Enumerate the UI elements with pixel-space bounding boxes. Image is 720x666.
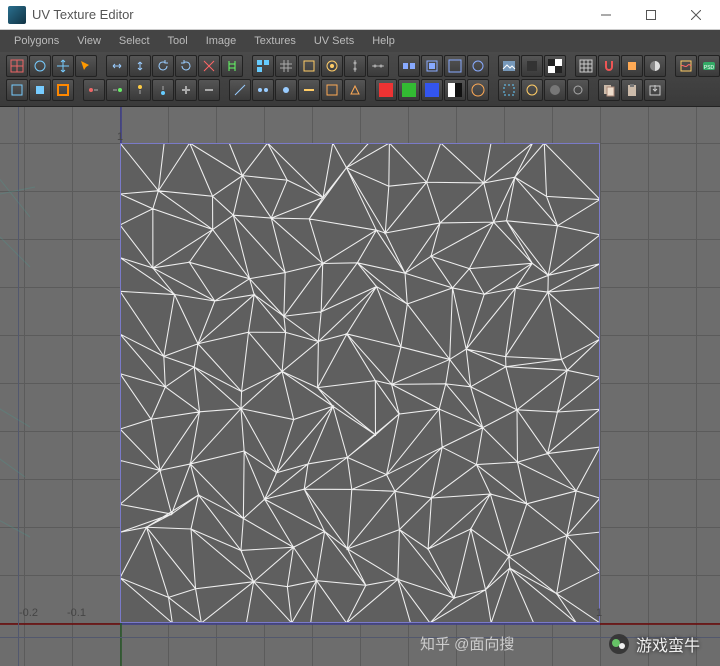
flip-u-icon[interactable] bbox=[106, 55, 128, 77]
merge-1-icon[interactable] bbox=[252, 79, 274, 101]
layout-icon[interactable] bbox=[252, 55, 274, 77]
tick-u-neg02: -0.2 bbox=[19, 607, 38, 619]
checker-icon[interactable] bbox=[544, 55, 566, 77]
border-select-icon[interactable] bbox=[52, 79, 74, 101]
menu-view[interactable]: View bbox=[69, 33, 109, 49]
menu-help[interactable]: Help bbox=[364, 33, 403, 49]
title-bar: UV Texture Editor bbox=[0, 0, 720, 30]
uv-lattice-icon[interactable] bbox=[6, 55, 28, 77]
split-icon[interactable] bbox=[229, 79, 251, 101]
convert3-icon[interactable] bbox=[129, 79, 151, 101]
grid-icon[interactable] bbox=[275, 55, 297, 77]
align-u-icon[interactable] bbox=[344, 55, 366, 77]
uv-viewport[interactable]: 1 -0.2 -0.1 1 知乎 @面向搜 游戏蛮牛 bbox=[0, 107, 720, 666]
face-select-icon[interactable] bbox=[29, 79, 51, 101]
shrink-sel-icon[interactable] bbox=[198, 79, 220, 101]
shade-edges-icon[interactable] bbox=[467, 79, 489, 101]
merge-2-icon[interactable] bbox=[275, 79, 297, 101]
iso2-icon[interactable] bbox=[567, 79, 589, 101]
toolbar-row-1: PSD 0.000 0.000 bbox=[6, 55, 714, 77]
menu-tool[interactable]: Tool bbox=[160, 33, 196, 49]
copy-icon[interactable] bbox=[598, 79, 620, 101]
col-g-icon[interactable] bbox=[398, 79, 420, 101]
tex-border-icon[interactable] bbox=[498, 79, 520, 101]
psd-icon[interactable]: PSD bbox=[698, 55, 720, 77]
px-snap-icon[interactable] bbox=[621, 55, 643, 77]
image-icon[interactable] bbox=[498, 55, 520, 77]
snap-together-icon[interactable] bbox=[398, 55, 420, 77]
u-axis-line bbox=[0, 623, 720, 625]
shade-icon[interactable] bbox=[644, 55, 666, 77]
menu-polygons[interactable]: Polygons bbox=[6, 33, 67, 49]
flip-v-icon[interactable] bbox=[129, 55, 151, 77]
watermark-2: 游戏蛮牛 bbox=[608, 632, 700, 656]
tick-u-1: 1 bbox=[596, 607, 602, 619]
tick-u-neg01: -0.1 bbox=[67, 607, 86, 619]
shell-select-icon[interactable] bbox=[6, 79, 28, 101]
menu-textures[interactable]: Textures bbox=[246, 33, 304, 49]
uv-select-icon[interactable] bbox=[75, 55, 97, 77]
unitize-icon[interactable] bbox=[444, 55, 466, 77]
align-v-icon[interactable] bbox=[367, 55, 389, 77]
watermark-1: 知乎 @面向搜 bbox=[420, 633, 514, 654]
cycle-icon[interactable] bbox=[467, 55, 489, 77]
svg-text:PSD: PSD bbox=[704, 65, 715, 71]
menu-uvsets[interactable]: UV Sets bbox=[306, 33, 362, 49]
toolbar-row-2 bbox=[6, 79, 714, 101]
app-icon bbox=[8, 6, 26, 24]
uv-move-icon[interactable] bbox=[52, 55, 74, 77]
col-bw-icon[interactable] bbox=[444, 79, 466, 101]
rotate-cw-icon[interactable] bbox=[175, 55, 197, 77]
unfold-icon[interactable] bbox=[298, 55, 320, 77]
distortion-icon[interactable] bbox=[675, 55, 697, 77]
cursor-line-v bbox=[18, 107, 19, 666]
maximize-button[interactable] bbox=[628, 0, 673, 29]
uv-smudge-icon[interactable] bbox=[29, 55, 51, 77]
convert4-icon[interactable] bbox=[152, 79, 174, 101]
sew-uv-icon[interactable] bbox=[221, 55, 243, 77]
dim-icon[interactable] bbox=[521, 55, 543, 77]
minimize-button[interactable] bbox=[583, 0, 628, 29]
menu-bar: Polygons View Select Tool Image Textures… bbox=[0, 30, 720, 52]
rotate-ccw-icon[interactable] bbox=[152, 55, 174, 77]
iso1-icon[interactable] bbox=[544, 79, 566, 101]
convert1-icon[interactable] bbox=[83, 79, 105, 101]
col-r-icon[interactable] bbox=[375, 79, 397, 101]
paste-icon[interactable] bbox=[621, 79, 643, 101]
wechat-icon bbox=[608, 633, 630, 655]
toolbar-area: PSD 0.000 0.000 bbox=[0, 52, 720, 107]
snap-icon[interactable] bbox=[598, 55, 620, 77]
col-b-icon[interactable] bbox=[421, 79, 443, 101]
grow-sel-icon[interactable] bbox=[175, 79, 197, 101]
straighten-icon[interactable] bbox=[298, 79, 320, 101]
uv-unit-square bbox=[120, 143, 600, 623]
optimize-icon[interactable] bbox=[344, 79, 366, 101]
menu-select[interactable]: Select bbox=[111, 33, 158, 49]
menu-image[interactable]: Image bbox=[198, 33, 245, 49]
unfold-sel-icon[interactable] bbox=[321, 79, 343, 101]
tick-v-1: 1 bbox=[117, 131, 123, 143]
export-icon[interactable] bbox=[644, 79, 666, 101]
relax-icon[interactable] bbox=[321, 55, 343, 77]
winding-icon[interactable] bbox=[521, 79, 543, 101]
grid-toggle-icon[interactable] bbox=[575, 55, 597, 77]
cut-uv-icon[interactable] bbox=[198, 55, 220, 77]
window: UV Texture Editor Polygons View Select T… bbox=[0, 0, 720, 666]
window-title: UV Texture Editor bbox=[32, 7, 583, 22]
normalize-icon[interactable] bbox=[421, 55, 443, 77]
close-button[interactable] bbox=[673, 0, 718, 29]
convert2-icon[interactable] bbox=[106, 79, 128, 101]
